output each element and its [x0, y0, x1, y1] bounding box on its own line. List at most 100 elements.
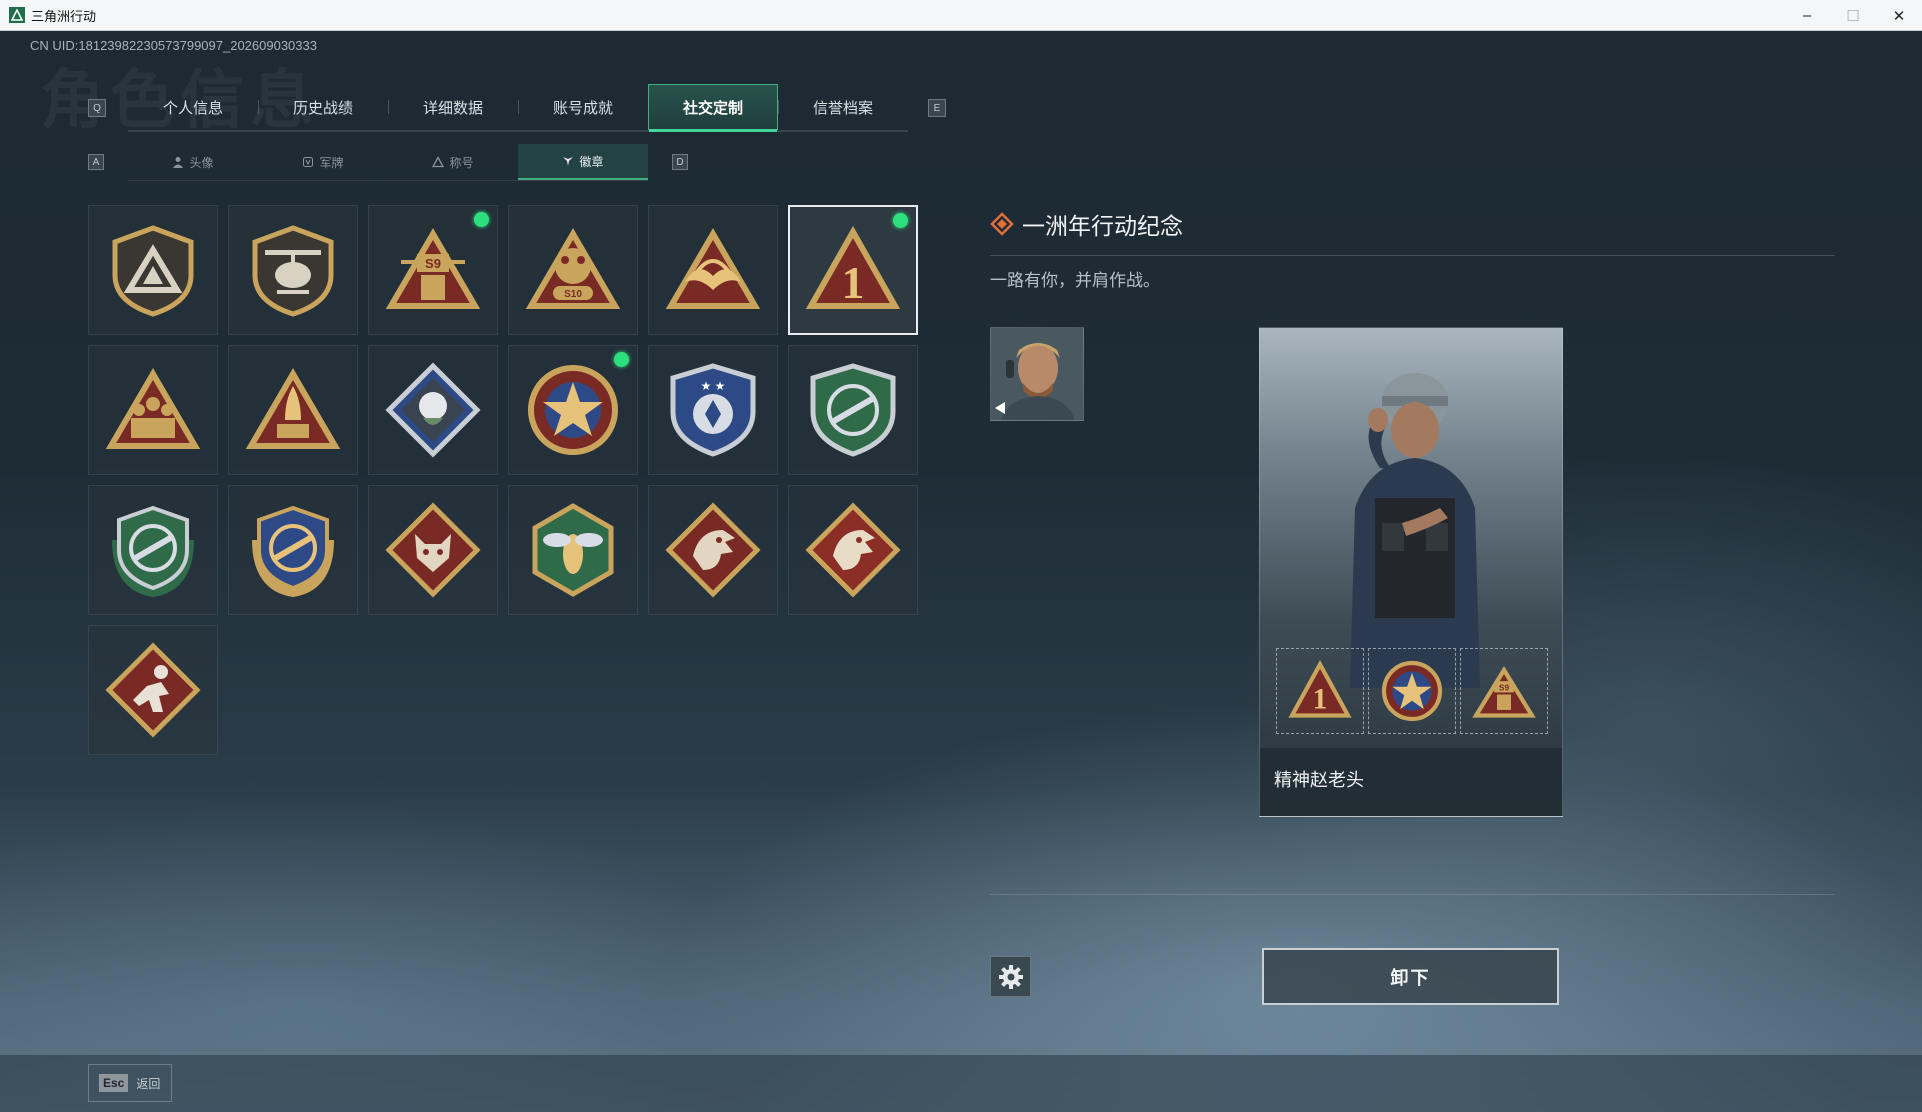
app-logo-icon — [9, 7, 25, 23]
person-icon — [173, 157, 184, 168]
window-title: 三角洲行动 — [31, 8, 97, 24]
next-tab-key[interactable]: E — [928, 99, 946, 117]
player-card-preview: 1 S9 精神赵老头 — [1259, 327, 1563, 817]
new-indicator-dot — [614, 352, 629, 367]
rarity-diamond-icon — [990, 212, 1014, 236]
window-titlebar: 三角洲行动 – ☐ ✕ — [0, 0, 1922, 31]
badge-grid: S9 S10 1 ★ ★ — [88, 205, 918, 755]
tab-reputation[interactable]: 信誉档案 — [778, 84, 908, 130]
dragon-diamond-red-badge-icon — [805, 502, 901, 598]
close-button[interactable]: ✕ — [1876, 0, 1922, 31]
equipped-badge-slots: 1 S9 — [1276, 648, 1548, 734]
badge-cell[interactable] — [88, 485, 218, 615]
svg-text:1: 1 — [1313, 684, 1328, 716]
badge-cell[interactable] — [648, 485, 778, 615]
badge-cell[interactable] — [88, 205, 218, 335]
badge-cell[interactable] — [228, 485, 358, 615]
squad-triangle-badge-icon — [105, 368, 201, 449]
wings-triangle-badge-icon — [665, 228, 761, 309]
badge-cell[interactable]: S9 — [368, 205, 498, 335]
triangle-shield-badge-icon — [112, 225, 194, 317]
esc-key: Esc — [99, 1074, 129, 1092]
badge-description: 一路有你，并肩作战。 — [990, 271, 1160, 290]
s10-cat-fist-badge-icon: S10 — [525, 228, 621, 309]
badge-slot-1[interactable]: 1 — [1276, 648, 1364, 734]
badge-cell[interactable] — [88, 345, 218, 475]
badge-detail-title: 一洲年行动纪念 — [990, 207, 1183, 241]
maximize-button[interactable]: ☐ — [1830, 0, 1876, 31]
badge-cell[interactable] — [788, 345, 918, 475]
tab-history[interactable]: 历史战绩 — [258, 84, 388, 130]
new-indicator-dot — [893, 213, 908, 228]
svg-text:S9: S9 — [1499, 682, 1510, 692]
subtab-title-label: 称号 — [449, 155, 474, 170]
subtab-dogtag-label: 军牌 — [319, 155, 344, 170]
helicopter-badge-icon — [252, 225, 334, 317]
green-rifle-laurel-badge-icon — [112, 505, 194, 598]
badge-cell[interactable] — [228, 345, 358, 475]
wasp-hexagon-badge-icon — [532, 503, 614, 597]
settings-button[interactable] — [990, 956, 1031, 997]
svg-text:★ ★: ★ ★ — [701, 379, 726, 393]
subtab-title[interactable]: 称号 — [388, 144, 518, 180]
badge-cell[interactable] — [648, 205, 778, 335]
triangle-icon — [432, 156, 445, 168]
player-name: 精神赵老头 — [1260, 748, 1562, 816]
subtab-avatar-label: 头像 — [189, 155, 214, 170]
dragon-diamond-badge-icon — [665, 502, 761, 598]
prev-tab-key[interactable]: Q — [88, 99, 106, 117]
runner-diamond-badge-icon — [105, 642, 201, 738]
one-year-anniversary-badge-icon: 1 — [1288, 660, 1352, 718]
operator-portrait-icon — [991, 328, 1083, 420]
svg-text:1: 1 — [842, 257, 865, 308]
tab-achievements[interactable]: 账号成就 — [518, 84, 648, 130]
dogtag-icon — [303, 157, 314, 167]
prev-subtab-key[interactable]: A — [88, 154, 104, 170]
gold-rifle-laurel-badge-icon — [252, 505, 334, 598]
badge-cell[interactable]: 1 — [788, 205, 918, 335]
badge-cell[interactable] — [508, 485, 638, 615]
one-year-anniversary-badge-icon: 1 — [805, 225, 901, 309]
subtab-dogtag[interactable]: 军牌 — [258, 144, 388, 180]
badge-cell[interactable] — [788, 485, 918, 615]
badge-icon — [563, 157, 574, 166]
badge-name: 一洲年行动纪念 — [1022, 213, 1183, 239]
tab-social-custom[interactable]: 社交定制 — [648, 84, 778, 132]
green-rifle-badge-icon — [810, 363, 896, 457]
star-medal-badge-icon — [528, 365, 618, 455]
badge-cell[interactable]: ★ ★ — [648, 345, 778, 475]
subtab-badge[interactable]: 徽章 — [518, 144, 648, 180]
badge-cell[interactable] — [508, 345, 638, 475]
subtab-badge-label: 徽章 — [579, 154, 604, 169]
badge-slot-3[interactable]: S9 — [1460, 648, 1548, 734]
svg-text:S10: S10 — [564, 289, 582, 300]
operator-avatar[interactable] — [990, 327, 1084, 421]
game-viewport: 角色信息 CN UID:1812398223057379909​7_202609… — [0, 31, 1922, 1112]
s9-operator-badge-icon: S9 — [385, 228, 481, 309]
badge-cell[interactable]: S10 — [508, 205, 638, 335]
badge-cell[interactable] — [368, 345, 498, 475]
badge-cell[interactable] — [228, 205, 358, 335]
tab-personal-info[interactable]: 个人信息 — [128, 84, 258, 130]
minimize-button[interactable]: – — [1784, 0, 1830, 31]
unequip-button[interactable]: 卸下 — [1262, 948, 1559, 1005]
badge-cell[interactable] — [88, 625, 218, 755]
badge-cell[interactable] — [368, 485, 498, 615]
sub-tabs: 头像 军牌 称号 徽章 — [128, 144, 648, 181]
back-label: 返回 — [136, 1076, 161, 1091]
svg-text:S9: S9 — [425, 256, 441, 271]
wolf-diamond-badge-icon — [385, 502, 481, 598]
rose-diamond-badge-icon — [385, 362, 481, 458]
badge-slot-2[interactable] — [1368, 648, 1456, 734]
operator-figure-icon — [1350, 373, 1480, 688]
s9-operator-badge-icon: S9 — [1472, 665, 1536, 718]
back-button[interactable]: Esc 返回 — [88, 1064, 172, 1102]
divider — [990, 255, 1835, 256]
new-indicator-dot — [474, 212, 489, 227]
subtab-avatar[interactable]: 头像 — [128, 144, 258, 180]
next-subtab-key[interactable]: D — [672, 154, 688, 170]
player-uid: CN UID:1812398223057379909​7_20260903033… — [30, 38, 317, 53]
star-medal-badge-icon — [1381, 660, 1443, 722]
tab-detailed-data[interactable]: 详细数据 — [388, 84, 518, 130]
divider — [990, 894, 1835, 895]
